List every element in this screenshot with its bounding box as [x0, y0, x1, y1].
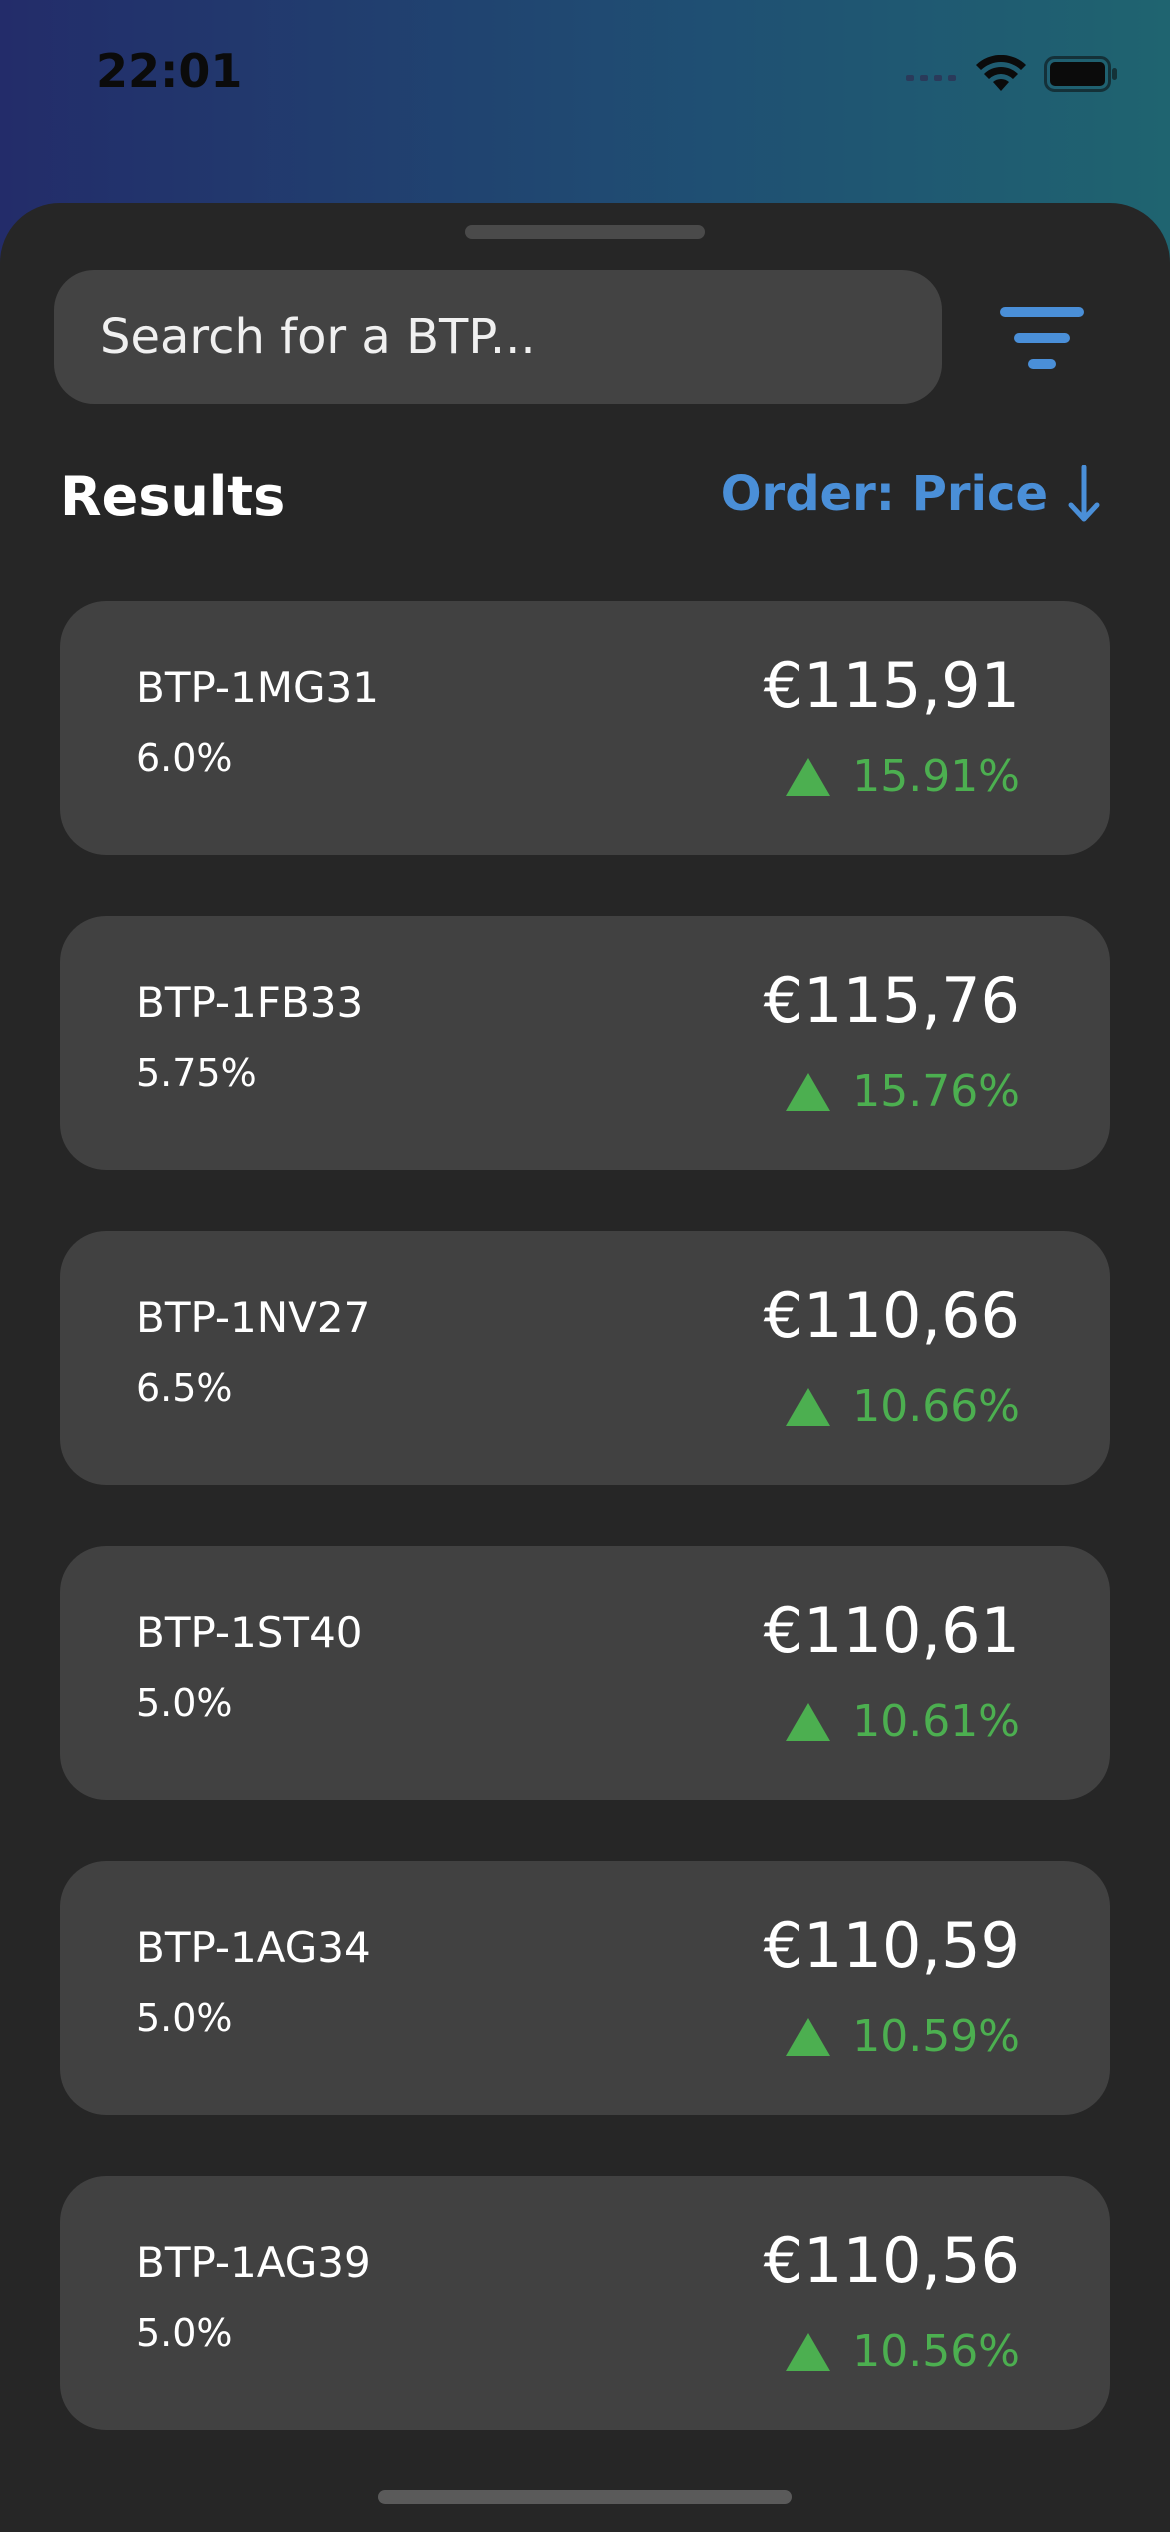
bond-change: 10.56% [786, 2326, 1020, 2377]
bond-card[interactable]: BTP-1NV27 6.5% €110,66 10.66% [60, 1231, 1110, 1485]
bond-name: BTP-1MG31 [136, 663, 379, 712]
triangle-up-icon [786, 757, 831, 796]
bond-change: 10.66% [786, 1381, 1020, 1432]
triangle-up-icon [786, 1072, 831, 1111]
bond-rate: 5.0% [136, 2311, 233, 2355]
bond-name: BTP-1AG34 [136, 1923, 371, 1972]
bond-rate: 6.5% [136, 1366, 233, 1410]
triangle-up-icon [786, 1702, 831, 1741]
bottom-sheet: Search for a BTP... Results Order: Price… [0, 203, 1170, 2532]
order-label: Order: Price [720, 466, 1048, 522]
bond-change: 10.61% [786, 1696, 1020, 1747]
bond-price: €115,76 [763, 964, 1020, 1037]
search-placeholder: Search for a BTP... [100, 309, 536, 365]
bond-change-value: 10.66% [852, 1381, 1020, 1432]
bond-rate: 6.0% [136, 736, 233, 780]
bond-name: BTP-1FB33 [136, 978, 364, 1027]
wifi-icon [976, 55, 1026, 91]
bond-change-value: 15.76% [852, 1066, 1020, 1117]
sheet-grabber[interactable] [465, 225, 705, 239]
bond-price: €110,56 [763, 2224, 1020, 2297]
bond-rate: 5.0% [136, 1996, 233, 2040]
bond-name: BTP-1NV27 [136, 1293, 371, 1342]
bond-change: 10.59% [786, 2011, 1020, 2062]
status-time: 22:01 [96, 44, 243, 98]
bond-price: €110,61 [763, 1594, 1020, 1667]
filter-button[interactable] [996, 303, 1088, 373]
status-bar: 22:01 [0, 0, 1170, 150]
cellular-signal-icon [906, 75, 956, 81]
arrow-down-icon [1068, 465, 1100, 522]
bond-name: BTP-1ST40 [136, 1608, 363, 1657]
bond-change: 15.91% [786, 751, 1020, 802]
bond-price: €110,66 [763, 1279, 1020, 1352]
bond-change-value: 15.91% [852, 751, 1020, 802]
bond-price: €115,91 [763, 649, 1020, 722]
triangle-up-icon [786, 2332, 831, 2371]
bond-change-value: 10.59% [852, 2011, 1020, 2062]
battery-icon [1044, 56, 1117, 92]
bond-card[interactable]: BTP-1AG39 5.0% €110,56 10.56% [60, 2176, 1110, 2430]
bond-price: €110,59 [763, 1909, 1020, 1982]
results-heading: Results [60, 465, 286, 528]
status-indicators [906, 52, 1118, 96]
bond-change-value: 10.56% [852, 2326, 1020, 2377]
triangle-up-icon [786, 2017, 831, 2056]
order-button[interactable]: Order: Price [721, 465, 1100, 523]
bond-card[interactable]: BTP-1MG31 6.0% €115,91 15.91% [60, 601, 1110, 855]
bond-rate: 5.75% [136, 1051, 257, 1095]
triangle-up-icon [786, 1387, 831, 1426]
bond-card[interactable]: BTP-1ST40 5.0% €110,61 10.61% [60, 1546, 1110, 1800]
bond-change: 15.76% [786, 1066, 1020, 1117]
bond-card[interactable]: BTP-1FB33 5.75% €115,76 15.76% [60, 916, 1110, 1170]
home-indicator [378, 2490, 792, 2504]
bond-rate: 5.0% [136, 1681, 233, 1725]
bond-card[interactable]: BTP-1AG34 5.0% €110,59 10.59% [60, 1861, 1110, 2115]
bond-change-value: 10.61% [852, 1696, 1020, 1747]
filter-icon [1000, 307, 1084, 369]
search-input[interactable]: Search for a BTP... [54, 270, 942, 404]
bond-name: BTP-1AG39 [136, 2238, 371, 2287]
